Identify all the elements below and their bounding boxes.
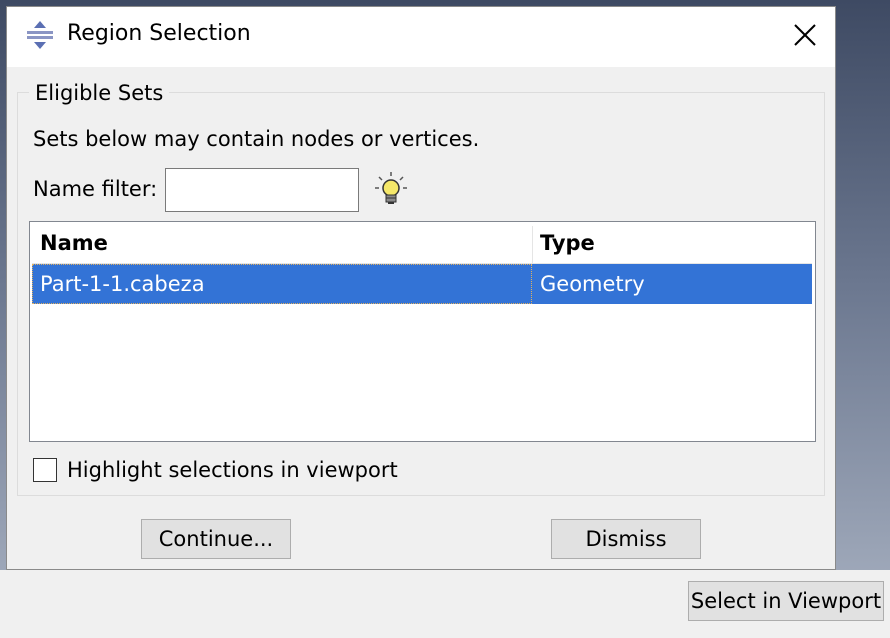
column-header-type[interactable]: Type	[540, 224, 595, 263]
highlight-selections-option[interactable]: Highlight selections in viewport	[33, 455, 398, 485]
name-filter-label: Name filter:	[33, 177, 158, 201]
cell-type: Geometry	[540, 272, 645, 296]
column-divider[interactable]	[532, 226, 533, 263]
highlight-selections-checkbox[interactable]	[33, 458, 57, 482]
close-icon	[794, 24, 816, 46]
dialog-title: Region Selection	[67, 21, 251, 46]
sets-description: Sets below may contain nodes or vertices…	[33, 127, 480, 151]
select-in-viewport-button[interactable]: Select in Viewport	[688, 581, 884, 621]
name-filter-input[interactable]	[165, 168, 359, 212]
table-row[interactable]: Part-1-1.cabeza Geometry	[32, 264, 812, 304]
eligible-sets-legend: Eligible Sets	[29, 81, 170, 105]
lightbulb-icon[interactable]	[373, 171, 409, 207]
close-button[interactable]	[787, 17, 823, 53]
column-header-name[interactable]: Name	[40, 224, 108, 263]
dismiss-button[interactable]: Dismiss	[551, 519, 701, 559]
title-bar[interactable]: Region Selection	[7, 7, 835, 67]
region-selection-dialog: Region Selection Eligible Sets Sets belo…	[6, 6, 836, 570]
cell-name: Part-1-1.cabeza	[40, 272, 205, 296]
region-selection-icon	[27, 21, 53, 49]
highlight-selections-label: Highlight selections in viewport	[67, 458, 398, 482]
continue-button[interactable]: Continue...	[141, 519, 291, 559]
table-header: Name Type	[32, 224, 812, 264]
eligible-sets-table[interactable]: Name Type Part-1-1.cabeza Geometry	[29, 221, 816, 442]
